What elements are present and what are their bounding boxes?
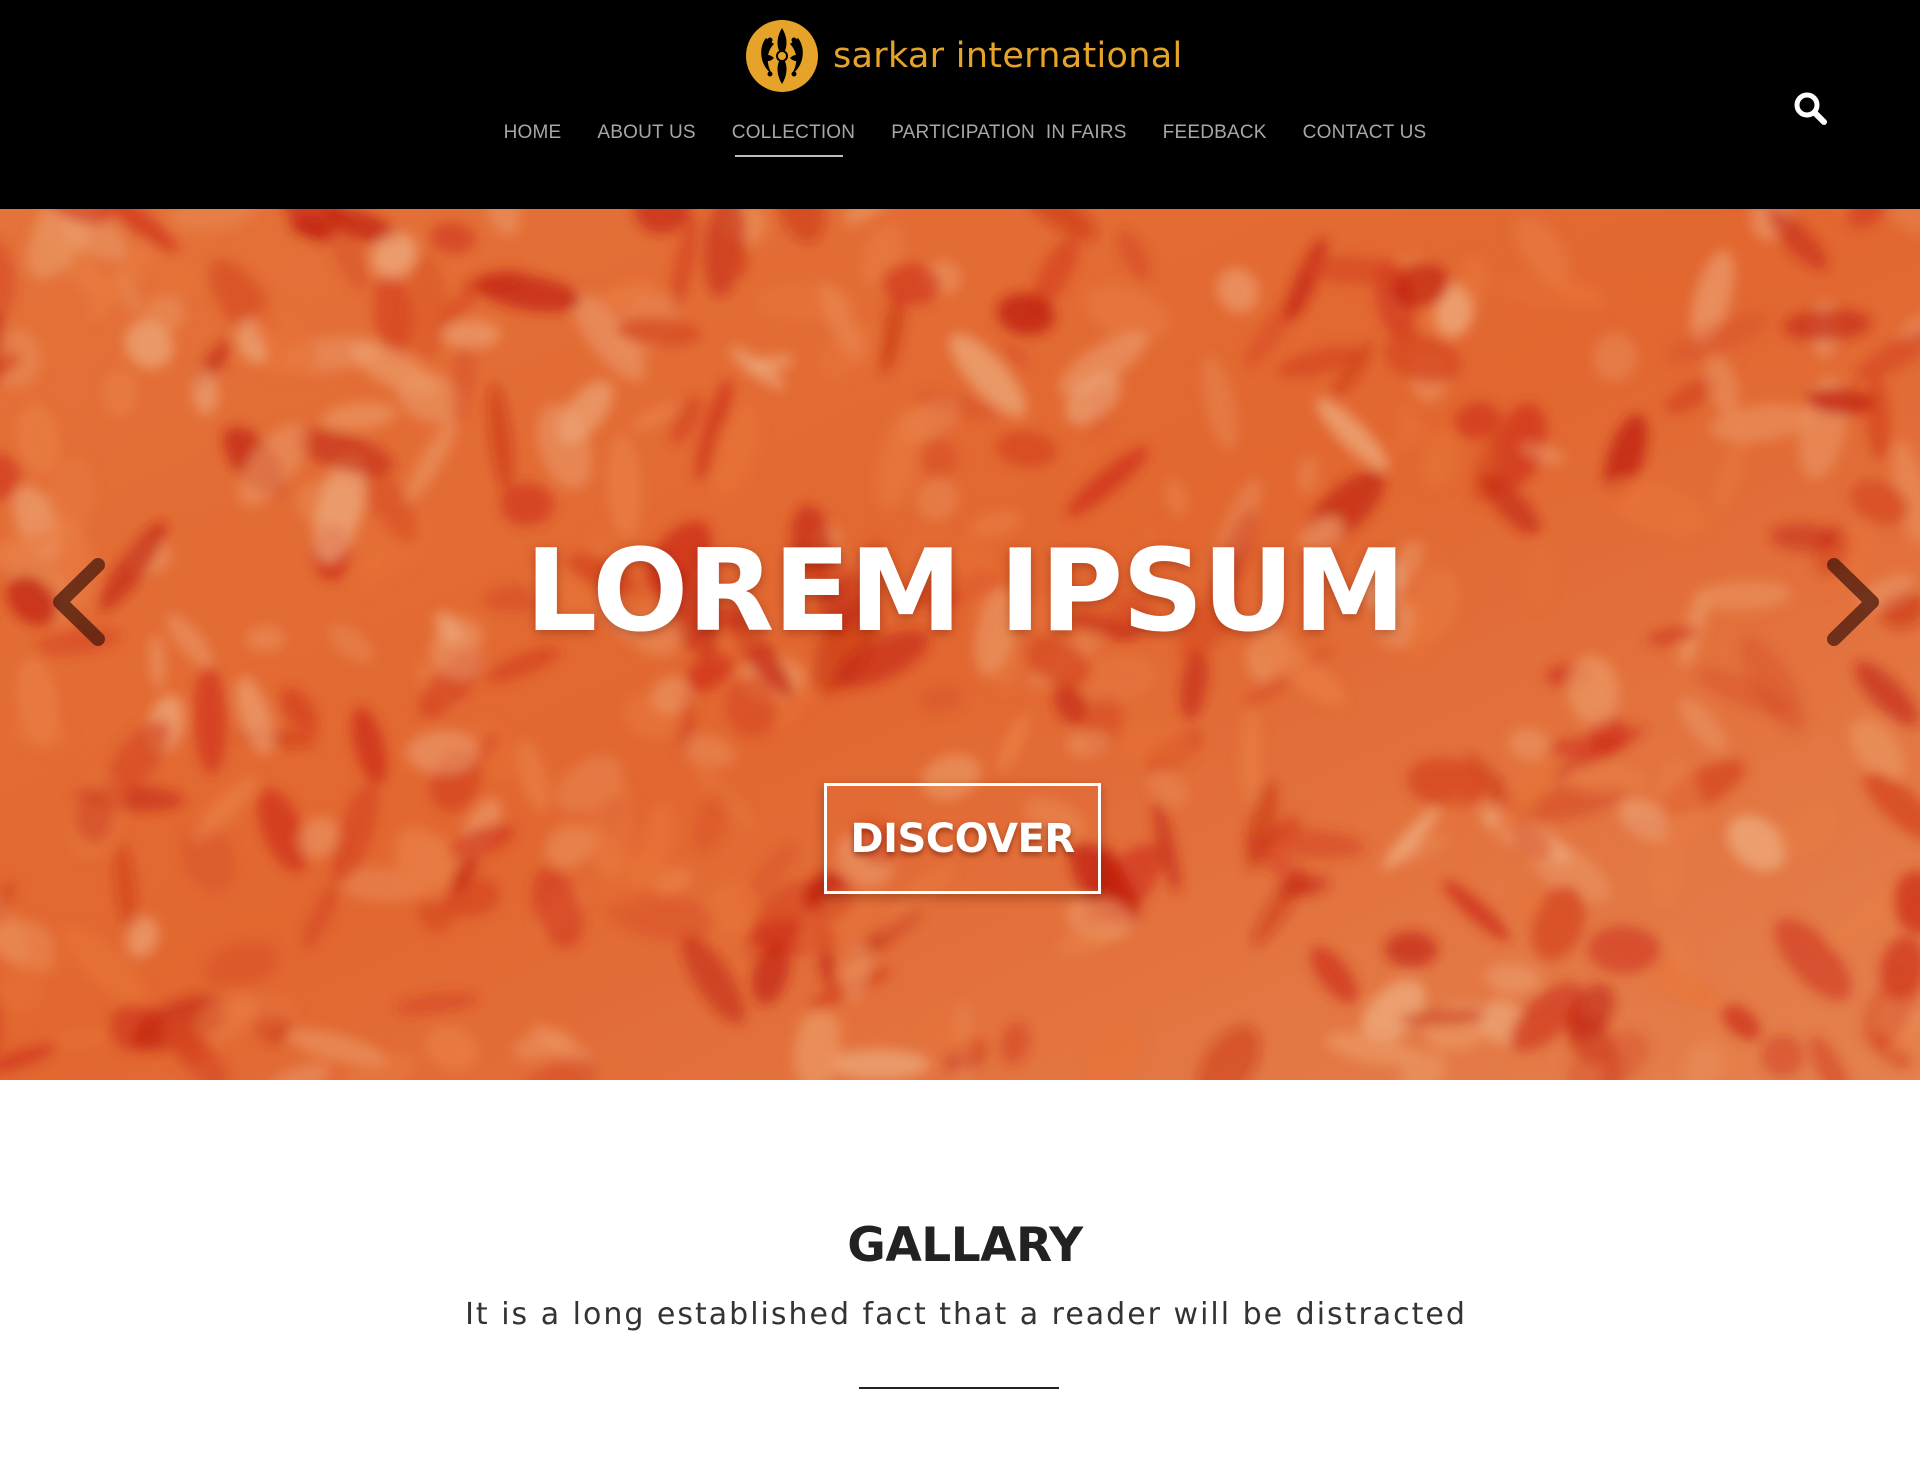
nav-about-us[interactable]: ABOUT US — [597, 122, 695, 144]
gallery-divider — [859, 1387, 1059, 1389]
hero-title: LOREM IPSUM — [525, 525, 1405, 657]
gallery-subtitle: It is a long established fact that a rea… — [465, 1297, 1467, 1332]
nav-collection[interactable]: COLLECTION — [732, 122, 855, 157]
brand-link[interactable]: sarkar international — [744, 18, 1182, 94]
brand-name: sarkar international — [833, 36, 1183, 76]
ornamental-swirl-logo-icon — [746, 20, 818, 92]
discover-button[interactable]: DISCOVER — [824, 783, 1101, 894]
hero-slider: LOREM IPSUM DISCOVER — [0, 209, 1920, 1080]
gallery-title: GALLARY — [847, 1218, 1083, 1273]
chevron-right-icon[interactable] — [1812, 547, 1892, 657]
main-nav: HOME ABOUT US COLLECTION PARTICIPATION I… — [0, 122, 1920, 158]
nav-participation-in-fairs[interactable]: PARTICIPATION IN FAIRS — [891, 122, 1126, 144]
search-icon[interactable] — [1792, 90, 1828, 126]
nav-feedback[interactable]: FEEDBACK — [1163, 122, 1267, 144]
nav-contact-us[interactable]: CONTACT US — [1303, 122, 1427, 144]
site-header: sarkar international HOME ABOUT US COLLE… — [0, 0, 1920, 209]
chevron-left-icon[interactable] — [40, 547, 120, 657]
nav-home[interactable]: HOME — [504, 122, 562, 144]
